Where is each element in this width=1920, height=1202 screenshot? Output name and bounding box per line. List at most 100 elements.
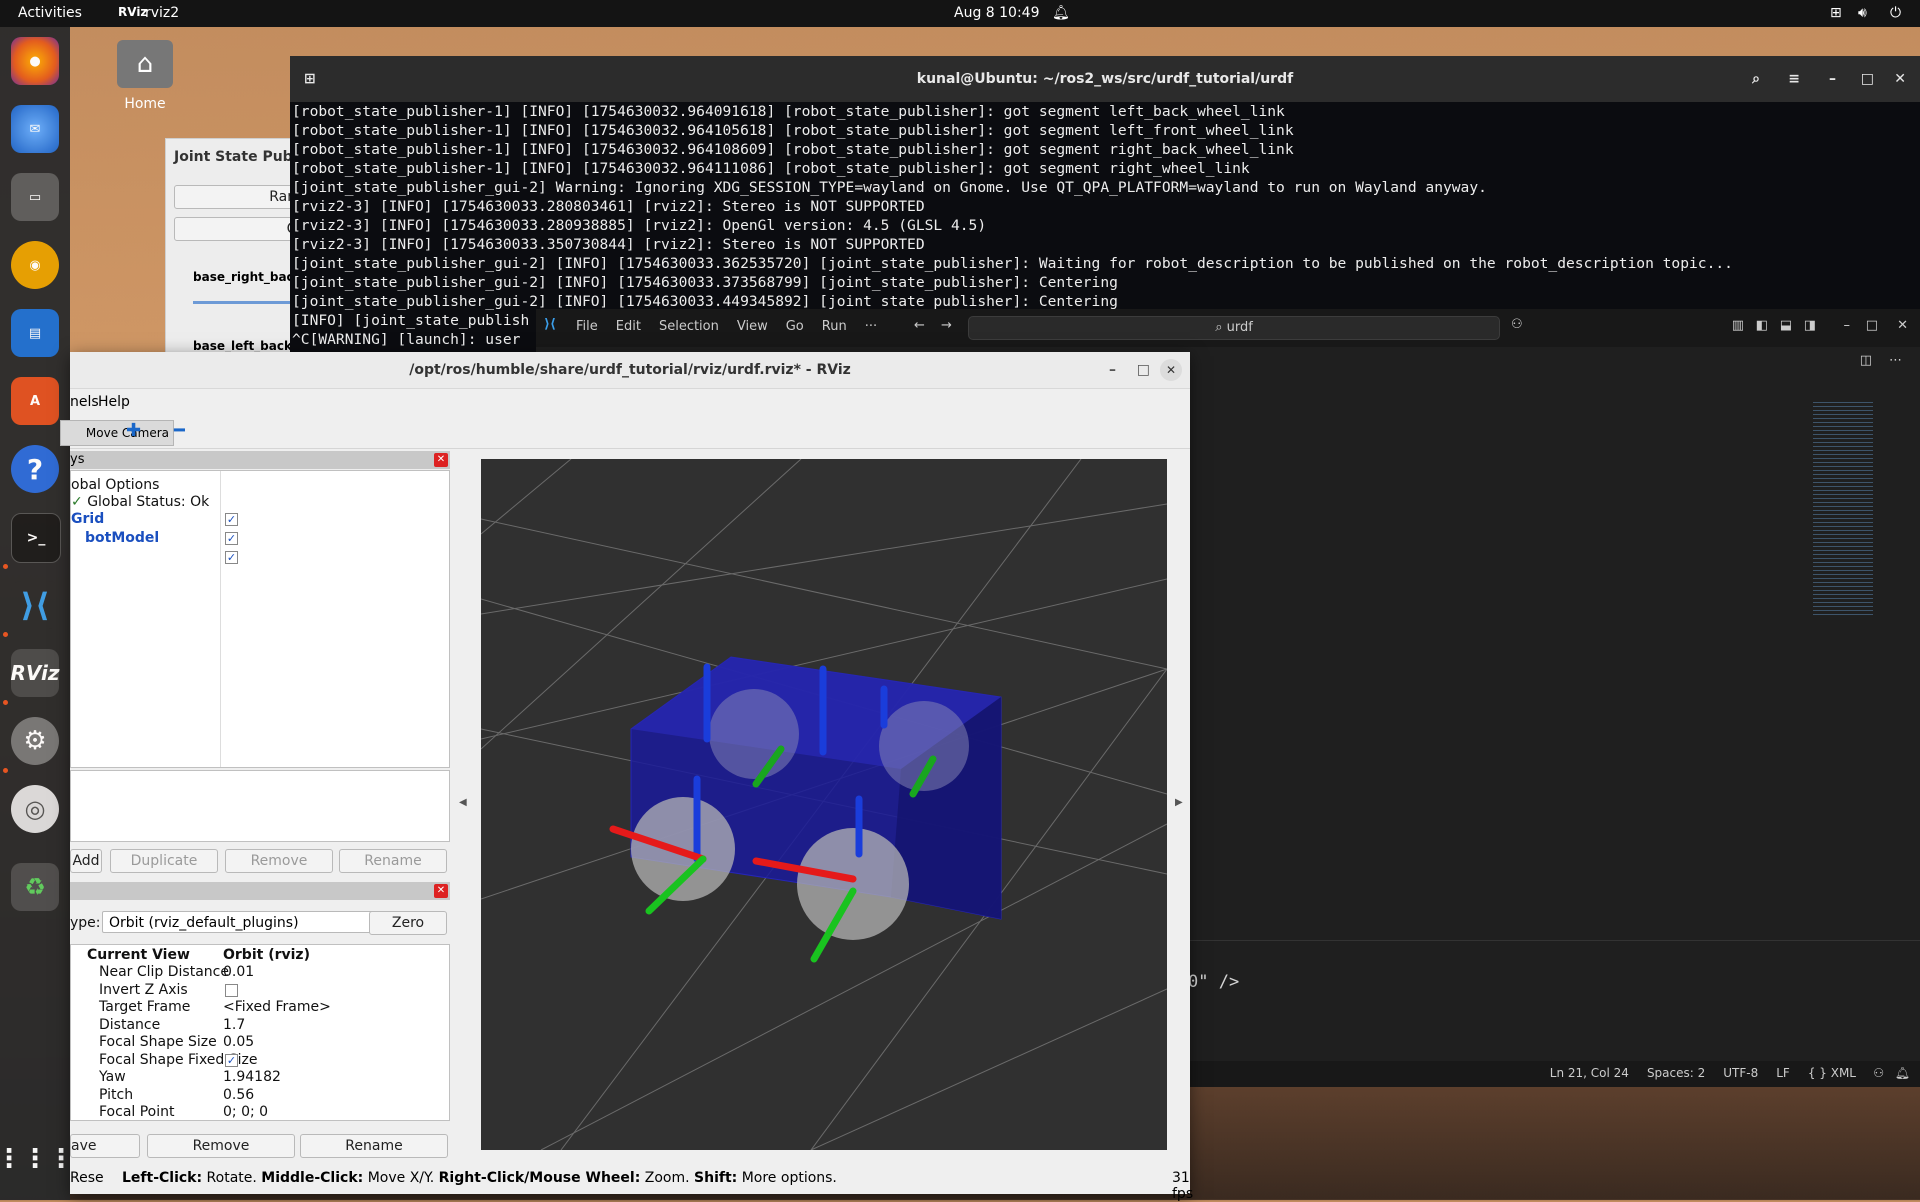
home-folder[interactable]: ⌂ Home <box>105 40 185 112</box>
display-global-status[interactable]: ✓ Global Status: Ok <box>71 494 209 510</box>
display-robot-model[interactable]: botModel <box>85 530 159 546</box>
disc-icon[interactable]: ◎ <box>11 785 59 833</box>
thunderbird-icon[interactable]: ✉ <box>11 105 59 153</box>
rviz-icon[interactable]: RViz <box>10 649 60 697</box>
robot-model-checkbox[interactable]: ✓ <box>225 532 238 545</box>
clock[interactable]: Aug 8 10:49 <box>954 5 1040 21</box>
copilot-status-icon[interactable]: ⚇ <box>1873 1066 1884 1080</box>
view-prop-checkbox[interactable]: ✓ <box>225 1053 238 1067</box>
back-arrow-icon[interactable]: ← <box>914 318 925 333</box>
vscode-menu-item[interactable]: ··· <box>865 319 877 334</box>
zero-button[interactable]: Zero <box>369 911 447 935</box>
view-prop-key[interactable]: Yaw <box>99 1069 126 1085</box>
code-line[interactable]: 0" /> <box>1188 972 1239 992</box>
duplicate-button[interactable]: Duplicate <box>110 849 218 873</box>
status-item[interactable]: Ln 21, Col 24 <box>1550 1066 1629 1080</box>
view-prop-value[interactable]: 1.7 <box>223 1017 245 1033</box>
view-prop-key[interactable]: Distance <box>99 1017 160 1033</box>
remove-view-button[interactable]: Remove <box>147 1134 295 1158</box>
display-grid[interactable]: Grid <box>71 511 104 527</box>
toggle-secondary-sidebar-icon[interactable]: ◨ <box>1804 318 1816 333</box>
vscode-menu-item[interactable]: Selection <box>659 319 719 334</box>
vscode-menu-item[interactable]: View <box>737 319 768 334</box>
terminal-icon[interactable]: >_ <box>11 513 61 563</box>
activities-button[interactable]: Activities <box>18 5 82 21</box>
close-icon[interactable]: ✕ <box>1894 56 1906 102</box>
maximize-icon[interactable]: □ <box>1866 318 1878 333</box>
view-prop-key[interactable]: Pitch <box>99 1087 133 1103</box>
status-item[interactable]: Spaces: 2 <box>1647 1066 1705 1080</box>
joint-slider[interactable] <box>193 301 303 304</box>
rename-display-button[interactable]: Rename <box>339 849 447 873</box>
vscode-menu-item[interactable]: File <box>576 319 598 334</box>
move-camera-tool[interactable]: Move Camera <box>60 420 174 446</box>
view-prop-key[interactable]: Focal Shape Size <box>99 1034 217 1050</box>
menu-icon[interactable]: ≡ <box>1788 56 1800 102</box>
network-icon[interactable]: ⊞ <box>1830 5 1842 21</box>
3d-viewport[interactable] <box>480 458 1168 1151</box>
rename-view-button[interactable]: Rename <box>300 1134 448 1158</box>
vscode-menu-item[interactable]: Edit <box>616 319 641 334</box>
view-prop-key[interactable]: Target Frame <box>99 999 190 1015</box>
view-prop-value[interactable]: 0; 0; 0 <box>223 1104 268 1120</box>
randomize-button[interactable]: Rand <box>174 185 306 209</box>
forward-arrow-icon[interactable]: → <box>941 318 952 333</box>
close-panel-icon[interactable]: ✕ <box>434 453 448 467</box>
maximize-icon[interactable]: □ <box>1137 352 1150 388</box>
view-prop-value[interactable]: 0.01 <box>223 964 254 980</box>
search-icon[interactable]: ⌕ <box>1752 56 1760 102</box>
status-item[interactable]: LF <box>1776 1066 1790 1080</box>
remove-tool-icon[interactable]: ━ <box>174 420 185 441</box>
status-item[interactable]: { } XML <box>1808 1066 1856 1080</box>
split-editor-icon[interactable]: ◫ <box>1860 353 1872 368</box>
minimize-icon[interactable]: – <box>1829 56 1836 102</box>
center-button[interactable]: Ce <box>174 217 306 241</box>
tf-checkbox[interactable]: ✓ <box>225 551 238 564</box>
view-prop-key[interactable]: Focal Point <box>99 1104 175 1120</box>
close-icon[interactable]: ✕ <box>1897 318 1908 333</box>
view-prop-value[interactable]: <Fixed Frame> <box>223 999 331 1015</box>
files-icon[interactable]: ▭ <box>11 173 59 221</box>
current-view-label[interactable]: Current View <box>87 947 190 963</box>
view-prop-key[interactable]: Invert Z Axis <box>99 982 188 998</box>
notifications-icon[interactable]: 🔔︎ <box>1895 1066 1910 1080</box>
vscode-menu-item[interactable]: Go <box>786 319 804 334</box>
rhythmbox-icon[interactable]: ◉ <box>11 241 59 289</box>
remove-display-button[interactable]: Remove <box>225 849 333 873</box>
add-display-button[interactable]: Add <box>70 849 102 873</box>
settings-icon[interactable]: ⚙ <box>11 717 59 765</box>
new-tab-icon[interactable]: ⊞ <box>304 56 316 102</box>
close-panel-icon[interactable]: ✕ <box>434 884 448 898</box>
minimap[interactable] <box>1813 402 1873 617</box>
view-prop-value[interactable]: 0.56 <box>223 1087 254 1103</box>
view-prop-value[interactable]: 1.94182 <box>223 1069 281 1085</box>
reset-button[interactable]: Rese <box>70 1170 104 1186</box>
layout-icon[interactable]: ▥ <box>1732 318 1744 333</box>
grid-checkbox[interactable]: ✓ <box>225 513 238 526</box>
minimize-icon[interactable]: – <box>1844 318 1851 333</box>
menu-help[interactable]: Help <box>98 394 130 410</box>
close-icon[interactable]: ✕ <box>1160 359 1182 381</box>
display-global-options[interactable]: obal Options <box>71 477 159 493</box>
toggle-panel-icon[interactable]: ⬓ <box>1780 318 1792 333</box>
trash-icon[interactable]: ♻ <box>11 863 59 911</box>
help-icon[interactable]: ? <box>11 445 59 493</box>
firefox-icon[interactable]: ● <box>11 37 59 85</box>
command-center-search[interactable]: ⌕ urdf <box>968 316 1500 340</box>
view-prop-key[interactable]: Near Clip Distance <box>99 964 229 980</box>
vscode-icon[interactable]: ⟩⟨ <box>11 581 59 629</box>
view-prop-checkbox[interactable] <box>225 983 238 997</box>
vscode-menu-item[interactable]: Run <box>822 319 847 334</box>
save-view-button[interactable]: ave <box>70 1134 140 1158</box>
writer-icon[interactable]: ▤ <box>11 309 59 357</box>
minimize-icon[interactable]: – <box>1109 352 1116 388</box>
power-icon[interactable]: ⏻ <box>1890 5 1901 21</box>
app-center-icon[interactable]: A <box>11 377 59 425</box>
more-actions-icon[interactable]: ⋯ <box>1889 353 1902 368</box>
copilot-icon[interactable]: ⚇ <box>1511 317 1523 332</box>
active-app-label[interactable]: rviz2 <box>145 5 179 21</box>
collapse-left-icon[interactable]: ◀ <box>459 797 467 808</box>
collapse-right-icon[interactable]: ▶ <box>1175 797 1183 808</box>
volume-icon[interactable]: 🔊︎ <box>1858 5 1867 21</box>
view-prop-value[interactable]: 0.05 <box>223 1034 254 1050</box>
